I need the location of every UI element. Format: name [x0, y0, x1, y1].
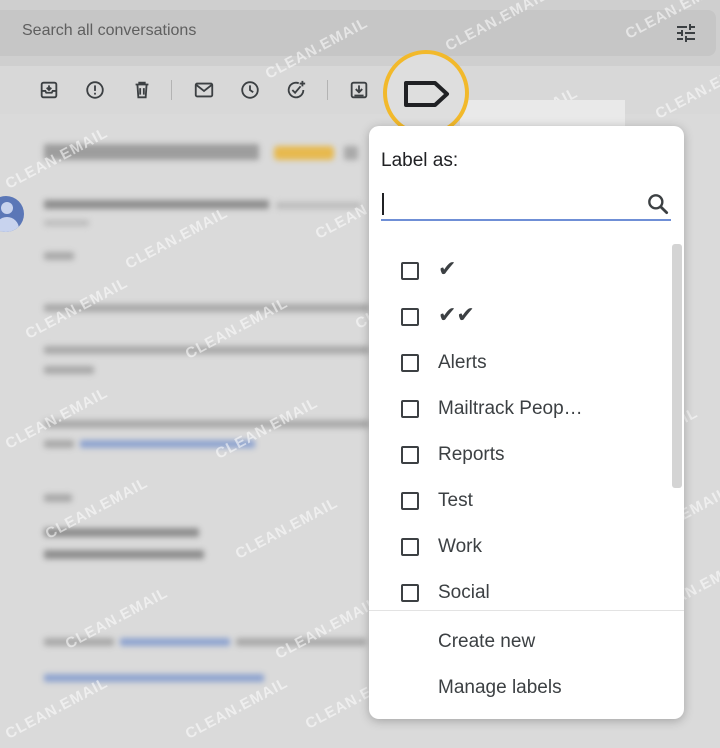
scrollbar-thumb[interactable]	[672, 244, 682, 488]
archive-icon[interactable]	[38, 79, 60, 101]
mark-unread-icon[interactable]	[193, 79, 215, 101]
checkbox[interactable]	[401, 262, 419, 280]
manage-labels[interactable]: Manage labels	[438, 677, 562, 699]
label-option[interactable]: Mailtrack Peop…	[369, 388, 669, 434]
label-option[interactable]: Alerts	[369, 342, 669, 388]
label-name: ✔	[438, 256, 457, 281]
label-name: Reports	[438, 444, 505, 465]
label-option[interactable]: Test	[369, 480, 669, 526]
checkbox[interactable]	[401, 446, 419, 464]
checkbox[interactable]	[401, 308, 419, 326]
label-name: Test	[438, 490, 473, 511]
search-placeholder: Search all conversations	[22, 22, 197, 39]
menu-title: Label as:	[381, 150, 459, 171]
checkbox[interactable]	[401, 538, 419, 556]
text-cursor	[382, 193, 384, 215]
toolbar-divider	[171, 80, 172, 100]
label-icon	[404, 81, 449, 107]
label-search-input[interactable]	[381, 189, 671, 221]
report-spam-icon[interactable]	[84, 79, 106, 101]
toolbar-divider	[327, 80, 328, 100]
move-to-icon[interactable]	[348, 79, 370, 101]
search-icon[interactable]	[645, 191, 671, 217]
label-name: ✔✔	[438, 302, 475, 327]
checkbox[interactable]	[401, 492, 419, 510]
menu-divider	[369, 610, 684, 611]
label-option[interactable]: ✔✔	[369, 296, 669, 342]
label-button-highlight[interactable]	[383, 50, 469, 136]
label-name: Work	[438, 536, 482, 557]
delete-icon[interactable]	[131, 79, 153, 101]
add-to-tasks-icon[interactable]	[285, 79, 307, 101]
checkbox[interactable]	[401, 400, 419, 418]
label-name: Alerts	[438, 352, 487, 373]
checkbox[interactable]	[401, 584, 419, 602]
label-option[interactable]: ✔	[369, 250, 669, 296]
checkbox[interactable]	[401, 354, 419, 372]
snooze-icon[interactable]	[239, 79, 261, 101]
label-name: Mailtrack Peop…	[438, 398, 583, 419]
tune-icon[interactable]	[674, 21, 698, 45]
label-option[interactable]: Work	[369, 526, 669, 572]
label-name: Social	[438, 582, 490, 603]
label-as-menu: Label as: ✔ ✔✔ Alerts Mailtrack Peop… Re…	[369, 126, 684, 719]
create-new-label[interactable]: Create new	[438, 631, 535, 653]
label-option[interactable]: Social	[369, 572, 669, 610]
label-option[interactable]: Reports	[369, 434, 669, 480]
